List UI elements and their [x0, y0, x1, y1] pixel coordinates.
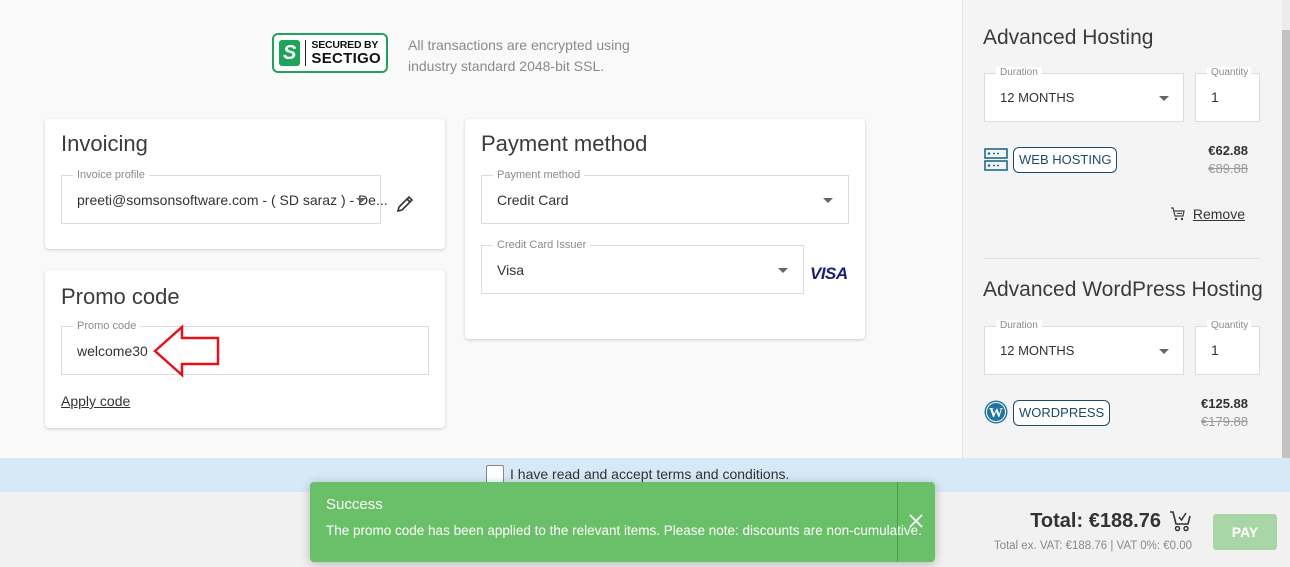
card-issuer-label: Credit Card Issuer [493, 239, 591, 251]
divider [983, 258, 1260, 259]
cart-remove-icon [1170, 207, 1185, 221]
toast-title: Success [326, 496, 383, 513]
sectigo-logo-icon: S [279, 40, 301, 66]
chevron-down-icon [823, 198, 833, 203]
chevron-down-icon [1159, 349, 1169, 354]
item-price: €125.88 €179.88 [1201, 396, 1248, 429]
cart-item-title: Advanced Hosting [983, 26, 1154, 49]
duration-select[interactable]: Duration 12 MONTHS [984, 67, 1184, 122]
promo-card: Promo code Promo code welcome30 Apply co… [45, 270, 445, 428]
toast-message: The promo code has been applied to the r… [326, 523, 922, 538]
invoice-profile-value: preeti@somsonsoftware.com - ( SD saraz )… [77, 192, 388, 208]
pay-button[interactable]: PAY [1213, 514, 1277, 550]
card-issuer-select[interactable]: Credit Card Issuer Visa [481, 239, 804, 294]
badge-line2: SECTIGO [311, 49, 381, 67]
server-icon [984, 148, 1008, 171]
payment-method-label: Payment method [493, 169, 585, 181]
duration-value: 12 MONTHS [1000, 90, 1075, 105]
quantity-input[interactable]: Quantity 1 [1195, 320, 1260, 375]
duration-select[interactable]: Duration 12 MONTHS [984, 320, 1184, 375]
payment-method-select[interactable]: Payment method Credit Card [481, 169, 849, 224]
payment-method-value: Credit Card [497, 192, 569, 208]
total-breakdown: Total ex. VAT: €188.76 | VAT 0%: €0.00 [993, 540, 1192, 552]
product-tag: WORDPRESS [1013, 400, 1111, 426]
invoice-profile-select[interactable]: Invoice profile preeti@somsonsoftware.co… [61, 169, 388, 224]
product-tag: WEB HOSTING [1013, 147, 1118, 173]
quantity-value: 1 [1211, 89, 1219, 105]
invoice-profile-label: Invoice profile [73, 169, 149, 181]
payment-title: Payment method [481, 131, 648, 156]
close-icon[interactable] [905, 510, 927, 532]
security-notice: S SECURED BY SECTIGO All transactions ar… [272, 33, 630, 77]
quantity-input[interactable]: Quantity 1 [1195, 67, 1260, 122]
quantity-value: 1 [1211, 342, 1219, 358]
duration-value: 12 MONTHS [1000, 343, 1075, 358]
checkout-main: S SECURED BY SECTIGO All transactions ar… [0, 0, 962, 458]
card-issuer-value: Visa [497, 262, 524, 278]
promo-code-input[interactable]: Promo code welcome30 [61, 320, 429, 375]
chevron-down-icon [778, 268, 788, 273]
chevron-down-icon [356, 198, 366, 203]
scrollbar[interactable] [1282, 0, 1290, 458]
item-price: €62.88 €89.88 [1208, 143, 1248, 176]
promo-title: Promo code [61, 284, 180, 309]
order-total: Total: €188.76 [1030, 510, 1161, 532]
cart-check-icon [1170, 511, 1191, 532]
svg-text:W: W [989, 406, 1003, 421]
annotation-arrow-icon [153, 324, 220, 378]
visa-logo-icon: VISA [810, 264, 848, 283]
security-text: All transactions are encrypted using ind… [408, 37, 630, 74]
sectigo-badge: S SECURED BY SECTIGO [272, 33, 388, 73]
payment-card: Payment method Payment method Credit Car… [465, 119, 865, 339]
scrollbar-thumb[interactable] [1282, 30, 1290, 458]
promo-code-value: welcome30 [77, 343, 148, 359]
invoicing-title: Invoicing [61, 131, 148, 156]
cart-sidebar: Advanced Hosting Duration 12 MONTHS Quan… [962, 0, 1290, 458]
chevron-down-icon [1159, 96, 1169, 101]
pencil-icon[interactable] [395, 194, 415, 214]
invoicing-card: Invoicing Invoice profile preeti@somsons… [45, 119, 445, 249]
wordpress-icon: W [984, 400, 1008, 424]
apply-code-link[interactable]: Apply code [61, 393, 130, 409]
terms-checkbox[interactable] [486, 465, 504, 483]
promo-code-label: Promo code [73, 320, 141, 332]
terms-label[interactable]: I have read and accept terms and conditi… [510, 466, 789, 482]
success-toast: Success The promo code has been applied … [310, 482, 935, 562]
cart-item-title: Advanced WordPress Hosting [983, 278, 1263, 301]
remove-link: Remove [1192, 206, 1245, 222]
remove-item-button[interactable]: Remove [1170, 206, 1245, 222]
